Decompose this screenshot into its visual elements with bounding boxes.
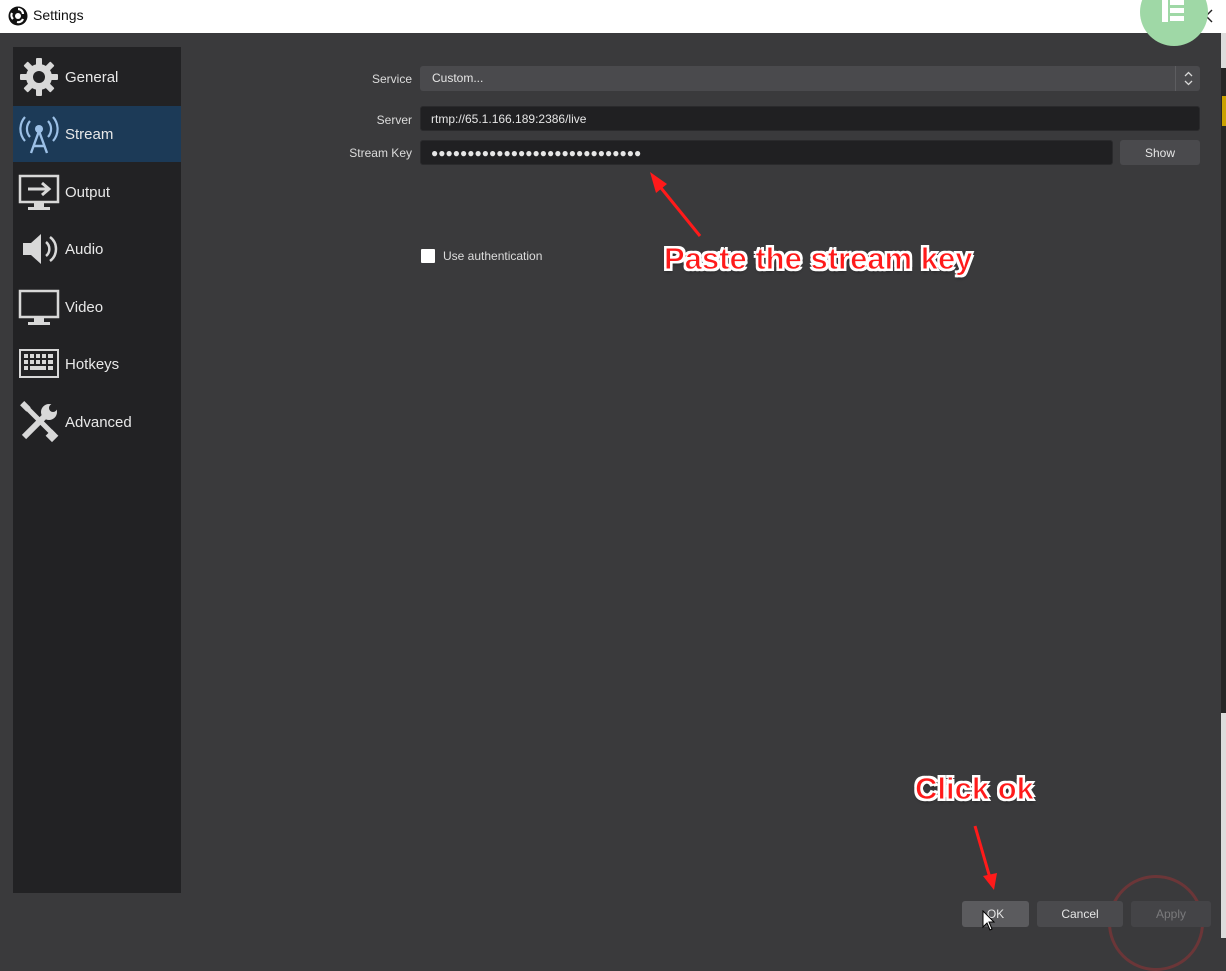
broadcast-tower-icon	[17, 112, 61, 156]
sidebar-item-label: Stream	[65, 125, 114, 143]
speaker-icon	[17, 227, 61, 271]
sidebar-item-stream[interactable]: Stream	[13, 106, 181, 162]
spinner-arrows-icon[interactable]	[1175, 66, 1200, 91]
window-edge-shadow	[1221, 68, 1226, 713]
cancel-button[interactable]: Cancel	[1037, 901, 1123, 927]
service-select[interactable]: Custom...	[420, 66, 1200, 91]
sidebar-item-label: Audio	[65, 240, 104, 258]
use-authentication-checkbox[interactable]	[421, 249, 435, 263]
show-key-button[interactable]: Show	[1120, 140, 1200, 165]
sidebar-item-output[interactable]: Output	[13, 164, 181, 220]
gear-icon	[17, 55, 61, 99]
annotation-paste-stream-key: Paste the stream key	[663, 241, 973, 277]
window-edge-accent	[1222, 96, 1226, 126]
window-title: Settings	[33, 7, 84, 23]
keyboard-icon	[17, 342, 61, 386]
sidebar-item-label: Output	[65, 183, 111, 201]
click-ok-arrow	[973, 825, 997, 890]
service-label: Service	[371, 72, 412, 86]
apply-button[interactable]: Apply	[1131, 901, 1211, 927]
paste-key-arrow	[650, 172, 702, 237]
sidebar-item-label: General	[65, 68, 119, 86]
sidebar-item-audio[interactable]: Audio	[13, 221, 181, 277]
sidebar-item-advanced[interactable]: Advanced	[13, 394, 181, 450]
sidebar-item-video[interactable]: Video	[13, 279, 181, 335]
obs-logo-icon	[8, 6, 28, 26]
sidebar-item-hotkeys[interactable]: Hotkeys	[13, 336, 181, 392]
service-select-value: Custom...	[432, 71, 484, 85]
monitor-icon	[17, 285, 61, 329]
title-bar: Settings	[0, 0, 1226, 33]
stream-key-input[interactable]	[420, 140, 1113, 165]
server-input[interactable]	[420, 106, 1200, 131]
stream-key-label: Stream Key	[349, 146, 412, 160]
watermark-logo	[1140, 0, 1208, 46]
tools-icon	[17, 400, 61, 444]
output-monitor-icon	[17, 170, 61, 214]
sidebar-item-label: Video	[65, 298, 104, 316]
sidebar-item-label: Hotkeys	[65, 355, 120, 373]
use-authentication-label: Use authentication	[443, 249, 543, 263]
sidebar-item-general[interactable]: General	[13, 49, 181, 105]
settings-sidebar: General Stream Output Audio Video Hotkey…	[13, 47, 181, 893]
mouse-cursor-icon	[982, 910, 996, 931]
annotation-click-ok: Click ok	[915, 771, 1035, 807]
sidebar-item-label: Advanced	[65, 413, 132, 431]
server-label: Server	[376, 113, 412, 127]
